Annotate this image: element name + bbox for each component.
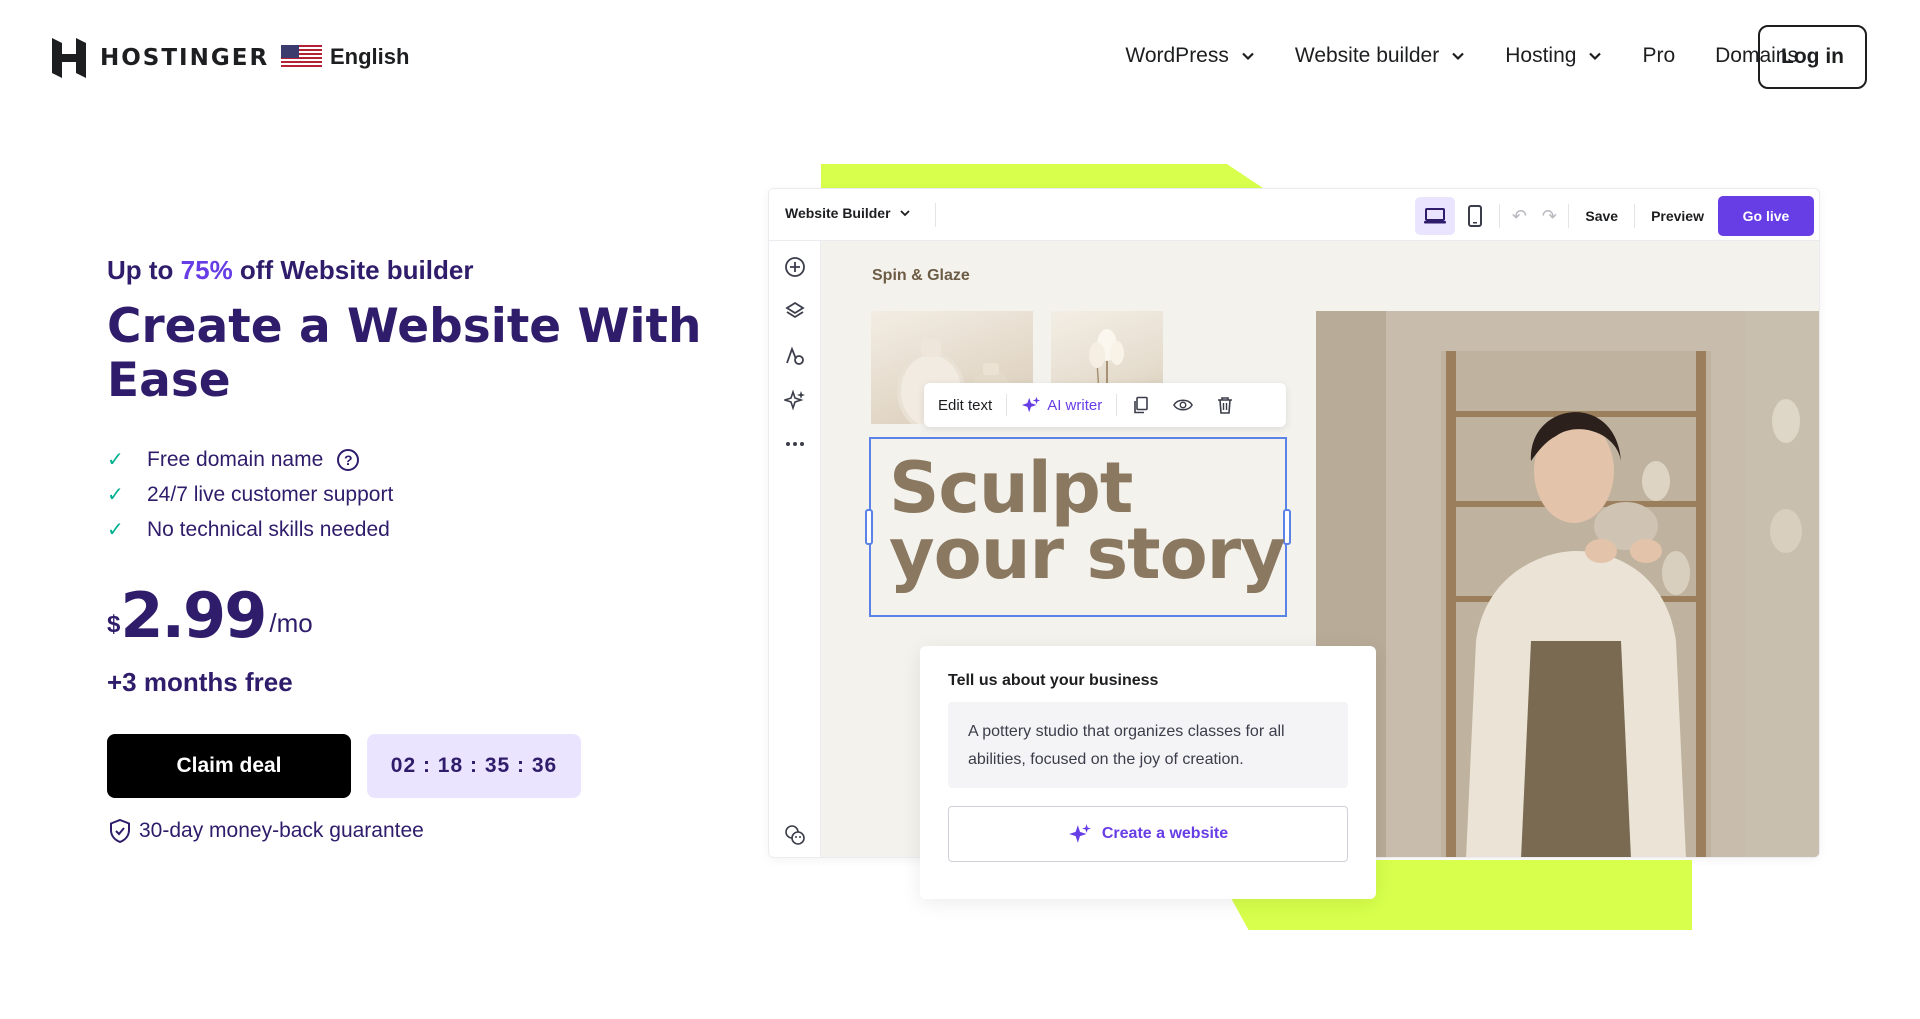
toolbar-actions: ↶ ↷ Save Preview Go live — [1415, 196, 1814, 236]
nav-item-website-builder[interactable]: Website builder — [1295, 44, 1465, 68]
feature-item: ✓ Free domain name ? — [107, 442, 707, 477]
builder-sidebar — [769, 241, 821, 857]
builder-selector[interactable]: Website Builder — [785, 205, 911, 221]
chevron-down-icon — [1242, 52, 1254, 61]
feature-label: 24/7 live customer support — [147, 482, 394, 506]
typography-icon[interactable] — [782, 343, 808, 369]
more-icon[interactable] — [782, 431, 808, 457]
nav-label: Pro — [1642, 44, 1676, 67]
claim-deal-button[interactable]: Claim deal — [107, 734, 351, 798]
nav-item-pro[interactable]: Pro — [1642, 44, 1675, 68]
nav-label: WordPress — [1125, 44, 1229, 67]
ai-business-card: Tell us about your business A pottery st… — [920, 646, 1376, 899]
layers-icon[interactable] — [782, 298, 808, 324]
trash-icon[interactable] — [1215, 395, 1235, 415]
create-website-label: Create a website — [1101, 825, 1229, 842]
builder-selector-label: Website Builder — [785, 205, 891, 221]
nav-label: Hosting — [1505, 44, 1577, 67]
chevron-down-icon — [1452, 52, 1465, 61]
desktop-icon — [1424, 208, 1447, 224]
divider — [1634, 204, 1636, 228]
selected-text-block[interactable]: Sculpt your story — [865, 437, 1291, 617]
check-icon: ✓ — [107, 449, 124, 471]
bonus-text: +3 months free — [107, 667, 293, 697]
divider — [935, 203, 936, 227]
feature-item: ✓ No technical skills needed — [107, 512, 707, 547]
eye-icon[interactable] — [1173, 395, 1194, 415]
nav-label: Website builder — [1294, 44, 1440, 67]
desktop-view-button[interactable] — [1415, 197, 1456, 235]
hero-title: Create a Website With Ease — [107, 299, 702, 408]
mobile-view-button[interactable] — [1455, 197, 1495, 235]
copy-icon[interactable] — [1131, 395, 1151, 415]
promo-prefix: Up to — [107, 255, 181, 285]
countdown-timer: 02 : 18 : 35 : 36 — [367, 734, 581, 798]
potter-image[interactable] — [1316, 311, 1819, 857]
mobile-icon — [1468, 205, 1483, 227]
hostinger-logo-icon — [52, 38, 86, 78]
go-live-button[interactable]: Go live — [1718, 196, 1814, 236]
promo-percent: 75% — [180, 255, 233, 285]
login-button[interactable]: Log in — [1758, 25, 1867, 89]
ai-sparkle-icon — [1022, 396, 1041, 413]
help-face-icon[interactable] — [782, 822, 808, 848]
divider — [1499, 204, 1501, 228]
ai-card-title: Tell us about your business — [948, 672, 1159, 689]
ai-sparkle-icon[interactable] — [782, 387, 808, 413]
price: $ 2.99 /mo — [107, 585, 707, 647]
text-edit-toolbar: Edit text AI writer — [924, 383, 1286, 427]
divider — [1006, 394, 1008, 416]
edit-text-button[interactable]: Edit text — [938, 397, 992, 414]
main-nav: WordPress Website builder Hosting Pro Do… — [1085, 44, 1798, 68]
chevron-down-icon — [899, 210, 910, 217]
business-description-input[interactable]: A pottery studio that organizes classes … — [948, 702, 1348, 788]
chevron-down-icon — [1589, 52, 1602, 61]
check-icon: ✓ — [107, 519, 124, 541]
promo-suffix: off Website builder — [232, 255, 474, 285]
add-icon[interactable] — [782, 254, 808, 280]
headline-line-1: Sculpt — [889, 447, 1133, 529]
promo-text: Up to 75% off Website builder — [107, 255, 707, 286]
guarantee: 30-day money-back guarantee — [107, 818, 707, 844]
ai-writer-label: AI writer — [1047, 396, 1103, 414]
save-button[interactable]: Save — [1585, 208, 1618, 224]
ai-sparkle-icon — [1068, 824, 1091, 843]
nav-item-hosting[interactable]: Hosting — [1505, 44, 1602, 68]
feature-item: ✓ 24/7 live customer support — [107, 477, 707, 512]
price-amount: 2.99 — [120, 579, 267, 652]
check-icon: ✓ — [107, 484, 124, 506]
cta-row: Claim deal 02 : 18 : 35 : 36 — [107, 734, 707, 798]
site-header: HOSTINGER English WordPress Website buil… — [0, 0, 1920, 115]
help-icon[interactable]: ? — [337, 448, 360, 471]
price-period: /mo — [269, 608, 313, 638]
guarantee-label: 30-day money-back guarantee — [139, 819, 424, 842]
preview-button[interactable]: Preview — [1651, 208, 1704, 224]
hostinger-logo[interactable]: HOSTINGER — [52, 38, 269, 78]
language-label: English — [330, 44, 410, 69]
divider — [1568, 204, 1570, 228]
language-selector[interactable]: English — [281, 44, 409, 70]
undo-icon[interactable]: ↶ — [1504, 206, 1534, 227]
divider — [1116, 394, 1118, 416]
headline-text[interactable]: Sculpt your story — [889, 447, 1286, 595]
feature-label: Free domain name — [147, 447, 324, 471]
create-website-button[interactable]: Create a website — [948, 806, 1348, 862]
ai-writer-button[interactable]: AI writer — [1021, 395, 1102, 415]
hero-section: Up to 75% off Website builder Create a W… — [107, 255, 707, 844]
us-flag-icon — [281, 45, 322, 69]
headline-line-2: your story — [889, 513, 1286, 595]
nav-item-wordpress[interactable]: WordPress — [1125, 44, 1254, 68]
site-name[interactable]: Spin & Glaze — [872, 267, 970, 285]
price-currency: $ — [107, 611, 121, 638]
feature-label: No technical skills needed — [147, 517, 390, 541]
shield-check-icon — [110, 818, 130, 844]
brand-name: HOSTINGER — [100, 45, 270, 71]
feature-list: ✓ Free domain name ? ✓ 24/7 live custome… — [107, 442, 707, 547]
resize-handle-left[interactable] — [865, 509, 873, 545]
builder-toolbar: Website Builder ↶ ↷ Save Preview Go live — [769, 189, 1819, 241]
redo-icon[interactable]: ↷ — [1534, 206, 1564, 227]
